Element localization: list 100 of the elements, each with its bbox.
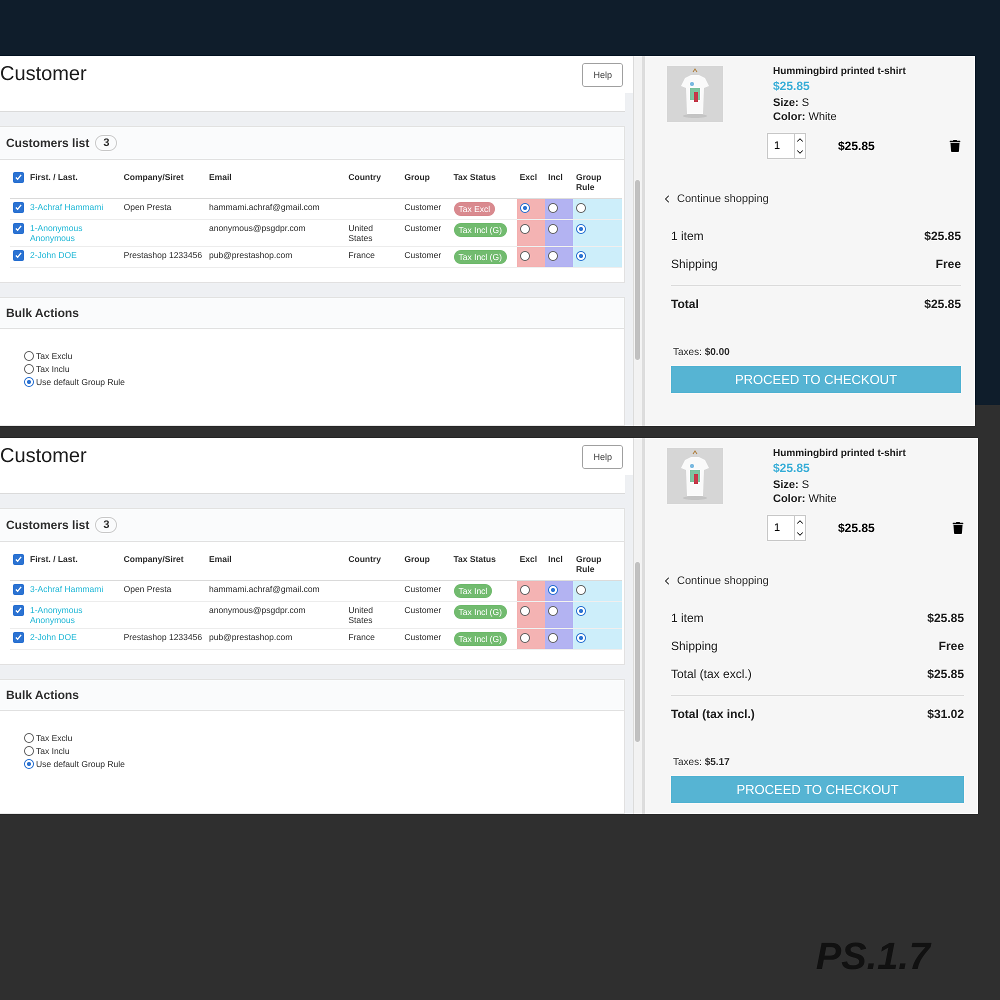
quantity-field[interactable]: 1: [767, 133, 795, 159]
product-price: $25.85: [773, 79, 811, 93]
tax-radio[interactable]: [548, 606, 558, 616]
customer-link[interactable]: 3-Achraf Hammami: [30, 584, 118, 594]
radio-label: Use default Group Rule: [36, 759, 125, 769]
summary-value: $25.85: [927, 611, 964, 625]
row-checkbox[interactable]: [13, 250, 24, 261]
trash-icon[interactable]: [949, 140, 961, 152]
card-title: Customers list: [6, 518, 90, 532]
email-text: hammami.achraf@gmail.com: [208, 584, 320, 594]
country-text: United States: [348, 605, 373, 625]
bulk-radio[interactable]: [24, 351, 34, 361]
tax-status-badge: Tax Excl: [454, 202, 496, 216]
card-title: Customers list: [6, 136, 90, 150]
company-text: Open Presta: [124, 202, 172, 212]
column-header: Country: [345, 550, 402, 580]
tax-radio[interactable]: [548, 251, 558, 261]
email-text: anonymous@psgdpr.com: [208, 605, 306, 615]
bulk-radio[interactable]: [24, 746, 34, 756]
tax-radio[interactable]: [576, 606, 586, 616]
customer-link[interactable]: 2-John DOE: [30, 632, 118, 642]
tax-radio[interactable]: [576, 203, 586, 213]
summary-value: $25.85: [927, 667, 964, 681]
continue-shopping-link[interactable]: Continue shopping: [661, 575, 970, 587]
attribute-text: Color: White: [773, 493, 838, 505]
tax-radio[interactable]: [548, 585, 558, 595]
group-text: Customer: [404, 605, 442, 615]
bulk-radio[interactable]: [24, 733, 34, 743]
line-total: $25.85: [838, 139, 875, 153]
row-checkbox[interactable]: [13, 584, 24, 595]
summary-label: Shipping: [671, 257, 718, 271]
summary-label: Total: [671, 297, 699, 311]
company-text: Prestashop 1233456: [124, 250, 202, 260]
tax-radio[interactable]: [576, 251, 586, 261]
help-button[interactable]: Help: [582, 62, 623, 86]
scrollbar[interactable]: [633, 438, 642, 814]
radio-label: Tax Inclu: [36, 364, 70, 374]
country-text: France: [348, 632, 375, 642]
tax-status-badge: Tax Incl (G): [454, 223, 507, 237]
card-title: Bulk Actions: [6, 688, 79, 702]
row-checkbox[interactable]: [13, 223, 24, 234]
summary-value: $25.85: [924, 297, 961, 311]
company-text: Prestashop 1233456: [124, 632, 202, 642]
row-checkbox[interactable]: [13, 605, 24, 616]
tax-radio[interactable]: [520, 606, 530, 616]
customer-link[interactable]: 1-Anonymous Anonymous: [30, 223, 118, 243]
checkout-button[interactable]: PROCEED TO CHECKOUT: [671, 366, 961, 393]
customer-link[interactable]: 3-Achraf Hammami: [30, 202, 118, 212]
attribute-text: Size: S: [773, 479, 810, 491]
trash-icon[interactable]: [952, 522, 964, 534]
radio-label: Use default Group Rule: [36, 377, 125, 387]
tax-radio[interactable]: [548, 203, 558, 213]
summary-value: Free: [938, 639, 964, 653]
checkout-button[interactable]: PROCEED TO CHECKOUT: [671, 776, 964, 803]
count-badge: 3: [95, 517, 118, 533]
bulk-radio[interactable]: [24, 364, 34, 374]
row-checkbox[interactable]: [13, 632, 24, 643]
tax-radio[interactable]: [576, 224, 586, 234]
group-text: Customer: [404, 202, 442, 212]
continue-shopping-link[interactable]: Continue shopping: [661, 193, 967, 205]
column-header: Company/Siret: [120, 168, 206, 198]
help-button[interactable]: Help: [582, 444, 623, 468]
column-header: Group: [401, 550, 450, 580]
bulk-radio[interactable]: [24, 759, 34, 769]
column-header: Country: [345, 168, 402, 198]
tax-radio[interactable]: [576, 633, 586, 643]
bulk-radio[interactable]: [24, 377, 34, 387]
customer-link[interactable]: 1-Anonymous Anonymous: [30, 605, 118, 625]
customer-link[interactable]: 2-John DOE: [30, 250, 118, 260]
tax-radio[interactable]: [520, 203, 530, 213]
taxes-text: Taxes: $5.17: [673, 757, 731, 768]
column-header: Tax Status: [450, 168, 517, 198]
select-all-checkbox[interactable]: [13, 172, 24, 183]
summary-value: $31.02: [927, 707, 964, 721]
tax-radio[interactable]: [520, 633, 530, 643]
taxes-text: Taxes: $0.00: [673, 347, 731, 358]
tax-radio[interactable]: [520, 251, 530, 261]
tax-radio[interactable]: [520, 224, 530, 234]
select-all-checkbox[interactable]: [13, 554, 24, 565]
count-badge: 3: [95, 135, 118, 151]
tax-status-badge: Tax Incl (G): [454, 632, 507, 646]
tax-radio[interactable]: [548, 224, 558, 234]
email-text: anonymous@psgdpr.com: [208, 223, 306, 233]
tax-radio[interactable]: [576, 585, 586, 595]
email-text: hammami.achraf@gmail.com: [208, 202, 320, 212]
summary-value: Free: [936, 257, 961, 271]
column-header: Company/Siret: [120, 550, 206, 580]
group-text: Customer: [404, 632, 442, 642]
summary-label: 1 item: [671, 611, 704, 625]
quantity-field[interactable]: 1: [767, 515, 795, 541]
scrollbar[interactable]: [633, 56, 642, 426]
tax-radio[interactable]: [520, 585, 530, 595]
page-title: Customer: [0, 445, 87, 468]
row-checkbox[interactable]: [13, 202, 24, 213]
column-header: First. / Last.: [27, 550, 121, 580]
tax-radio[interactable]: [548, 633, 558, 643]
column-header: Email: [206, 550, 346, 580]
attribute-text: Size: S: [773, 97, 810, 109]
summary-label: Total (tax incl.): [671, 707, 755, 721]
email-text: pub@prestashop.com: [208, 632, 292, 642]
